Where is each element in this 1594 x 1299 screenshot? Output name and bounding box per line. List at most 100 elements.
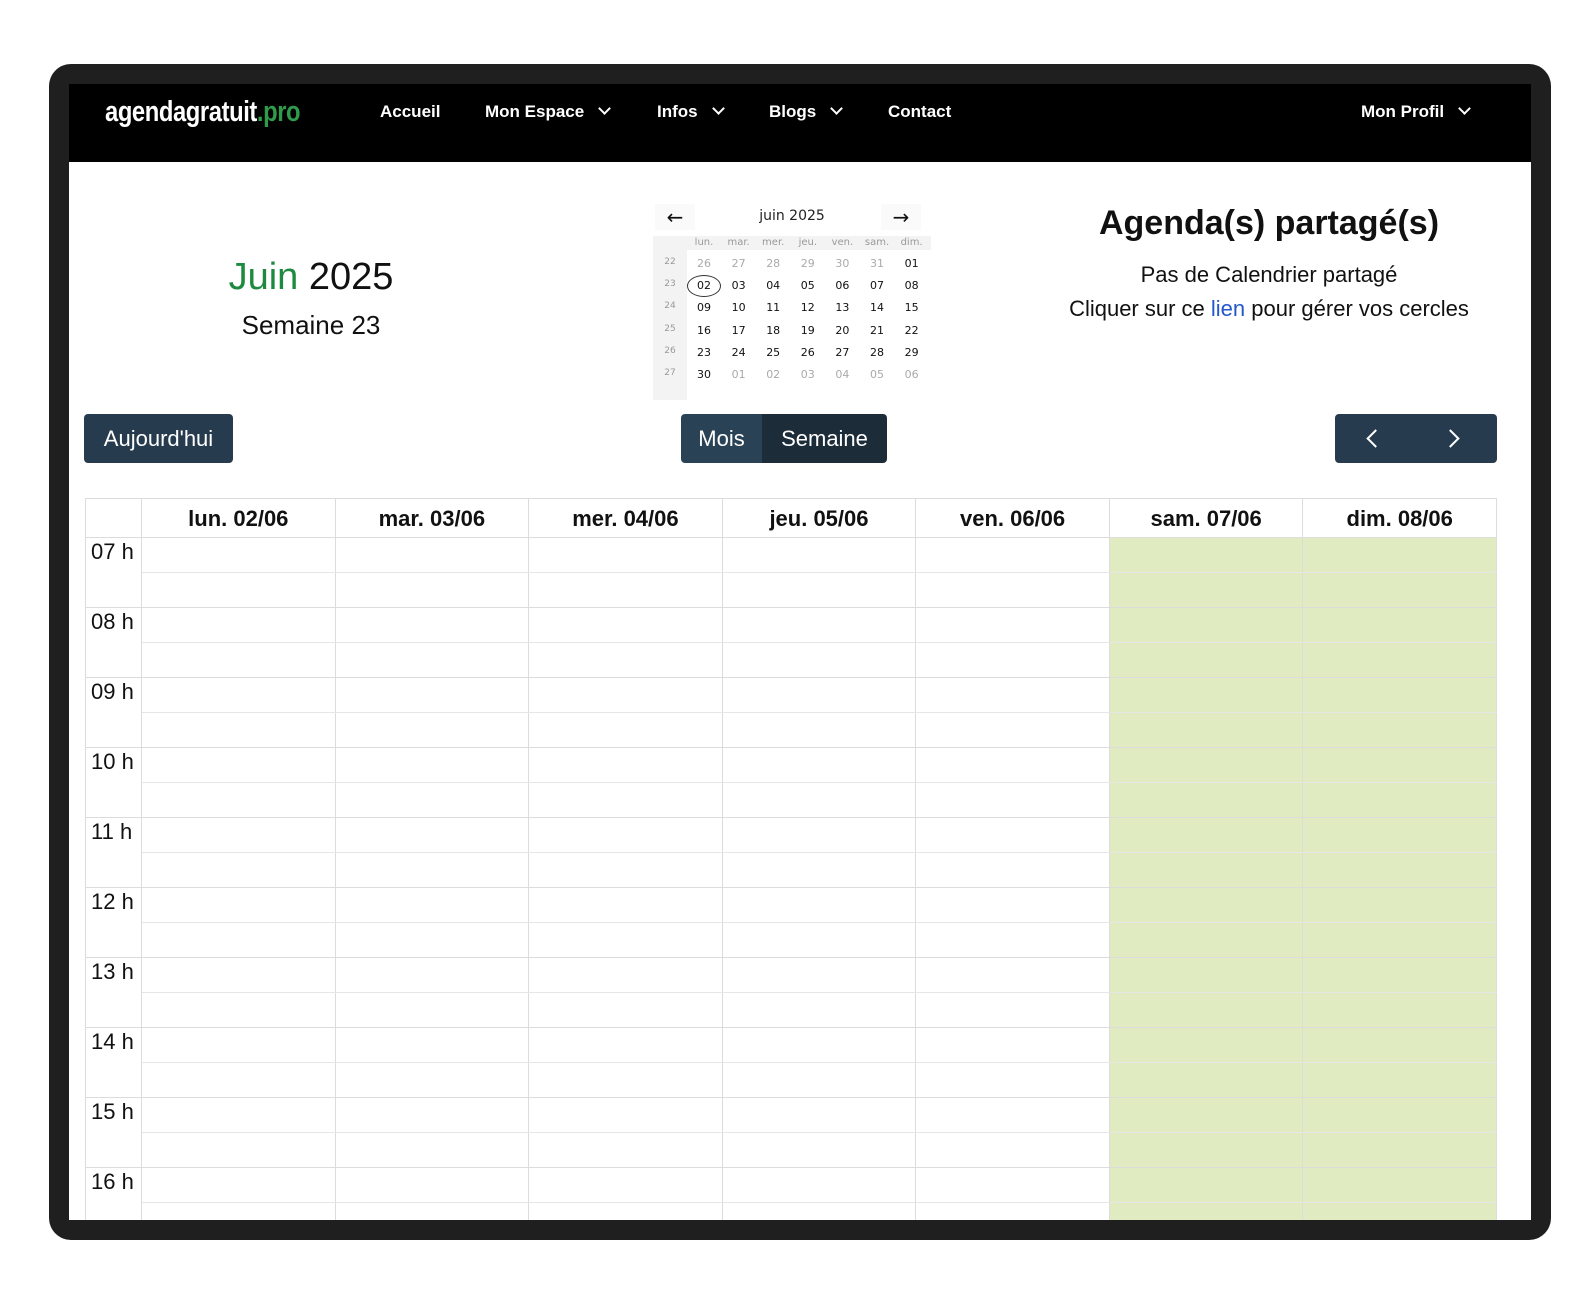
today-button[interactable]: Aujourd'hui: [84, 414, 233, 463]
mini-day[interactable]: 06: [895, 367, 929, 383]
arrow-left-icon[interactable]: ←: [655, 204, 695, 230]
day-column-header[interactable]: lun. 02/06: [142, 498, 336, 537]
mini-day[interactable]: 31: [860, 256, 894, 272]
mini-day[interactable]: 02: [756, 367, 790, 383]
mini-day[interactable]: 24: [722, 345, 756, 361]
nav-blogs[interactable]: Blogs: [769, 102, 844, 122]
day-column-header[interactable]: mar. 03/06: [335, 498, 530, 537]
mini-day[interactable]: 25: [756, 345, 790, 361]
mini-day[interactable]: 23: [687, 345, 721, 361]
mini-day[interactable]: 03: [791, 367, 825, 383]
mini-day[interactable]: 07: [860, 278, 894, 294]
nav-label: Blogs: [769, 102, 817, 121]
grid-line: [85, 607, 1497, 608]
mini-day[interactable]: 09: [687, 300, 721, 316]
grid-half-line: [142, 922, 1497, 923]
mini-dow-label: sam.: [864, 237, 890, 248]
period-navigation: [1335, 414, 1497, 463]
nav-contact[interactable]: Contact: [888, 102, 951, 122]
day-column[interactable]: [142, 537, 336, 1220]
chevron-right-icon[interactable]: [1416, 414, 1497, 463]
day-column[interactable]: [723, 537, 917, 1220]
nav-label: Accueil: [380, 102, 441, 121]
mini-calendar-title: juin 2025: [759, 208, 825, 224]
nav-infos[interactable]: Infos: [657, 102, 725, 122]
grid-half-line: [142, 1202, 1497, 1203]
mini-day[interactable]: 22: [895, 323, 929, 339]
mini-day[interactable]: 26: [791, 345, 825, 361]
mini-day[interactable]: 26: [687, 256, 721, 272]
shared-agenda-empty: Pas de Calendrier partagé: [1140, 262, 1398, 287]
mini-day[interactable]: 01: [722, 367, 756, 383]
arrow-right-icon[interactable]: →: [881, 204, 921, 230]
chevron-down-icon: [1458, 102, 1471, 115]
mini-calendar-header: ← juin 2025 →: [653, 204, 931, 232]
site-logo[interactable]: agendagratuit.pro: [105, 96, 301, 129]
mini-day[interactable]: 30: [687, 367, 721, 383]
nav-accueil[interactable]: Accueil: [380, 102, 440, 122]
chevron-down-icon: [830, 102, 844, 115]
mini-day[interactable]: 01: [895, 256, 929, 272]
chevron-left-icon[interactable]: [1335, 414, 1416, 463]
mini-day[interactable]: 04: [825, 367, 859, 383]
hour-label: 09 h: [91, 679, 134, 704]
day-column-header[interactable]: sam. 07/06: [1109, 498, 1304, 537]
grid-line: [85, 887, 1497, 888]
day-column-header[interactable]: mer. 04/06: [529, 498, 723, 537]
chevron-down-icon: [598, 102, 612, 115]
mini-dow-label: mer.: [762, 237, 785, 248]
mini-day[interactable]: 18: [756, 323, 790, 339]
mini-day[interactable]: 19: [791, 323, 825, 339]
mini-day[interactable]: 17: [722, 323, 756, 339]
day-column-header[interactable]: jeu. 05/06: [722, 498, 917, 537]
mini-day[interactable]: 27: [722, 256, 756, 272]
mini-day[interactable]: 16: [687, 323, 721, 339]
mini-week-number: 27: [664, 368, 676, 378]
mini-day[interactable]: 30: [825, 256, 859, 272]
day-column-header[interactable]: dim. 08/06: [1303, 498, 1497, 537]
mini-day[interactable]: 11: [756, 300, 790, 316]
mini-day[interactable]: 29: [895, 345, 929, 361]
hint-text-after: pour gérer vos cercles: [1245, 296, 1469, 321]
day-column[interactable]: [529, 537, 723, 1220]
day-column[interactable]: [1109, 537, 1304, 1220]
nav-mon-espace[interactable]: Mon Espace: [485, 102, 612, 122]
mini-day[interactable]: 04: [756, 278, 790, 294]
grid-line: [85, 817, 1497, 818]
mini-day[interactable]: 28: [756, 256, 790, 272]
mini-day[interactable]: 20: [825, 323, 859, 339]
mini-day[interactable]: 13: [825, 300, 859, 316]
mini-day[interactable]: 05: [860, 367, 894, 383]
mini-day[interactable]: 08: [895, 278, 929, 294]
view-month-button[interactable]: Mois: [681, 414, 762, 463]
mini-day[interactable]: 27: [825, 345, 859, 361]
mini-day[interactable]: 29: [791, 256, 825, 272]
nav-mon-profil[interactable]: Mon Profil: [1361, 102, 1471, 122]
grid-line: [85, 1167, 1497, 1168]
mini-day[interactable]: 14: [860, 300, 894, 316]
grid-line: [85, 677, 1497, 678]
manage-circles-link[interactable]: lien: [1211, 296, 1245, 321]
mini-day[interactable]: 21: [860, 323, 894, 339]
shared-agenda-hint: Cliquer sur ce lien pour gérer vos cercl…: [1029, 296, 1509, 322]
grid-half-line: [142, 572, 1497, 573]
mini-day[interactable]: 06: [825, 278, 859, 294]
grid-line: [85, 957, 1497, 958]
mini-day[interactable]: 15: [895, 300, 929, 316]
mini-day[interactable]: 03: [722, 278, 756, 294]
hour-label: 12 h: [91, 889, 134, 914]
mini-day[interactable]: 12: [791, 300, 825, 316]
mini-day[interactable]: 10: [722, 300, 756, 316]
page-title: Juin 2025: [189, 256, 433, 299]
day-column-header[interactable]: ven. 06/06: [916, 498, 1110, 537]
hour-label: 08 h: [91, 609, 134, 634]
mini-day[interactable]: 02: [687, 275, 721, 298]
grid-half-line: [142, 782, 1497, 783]
mini-day[interactable]: 05: [791, 278, 825, 294]
mini-day[interactable]: 28: [860, 345, 894, 361]
day-column[interactable]: [336, 537, 530, 1220]
view-week-button[interactable]: Semaine: [762, 414, 887, 463]
day-column[interactable]: [1303, 537, 1497, 1220]
day-column[interactable]: [916, 537, 1110, 1220]
month-name: Juin: [228, 256, 299, 298]
